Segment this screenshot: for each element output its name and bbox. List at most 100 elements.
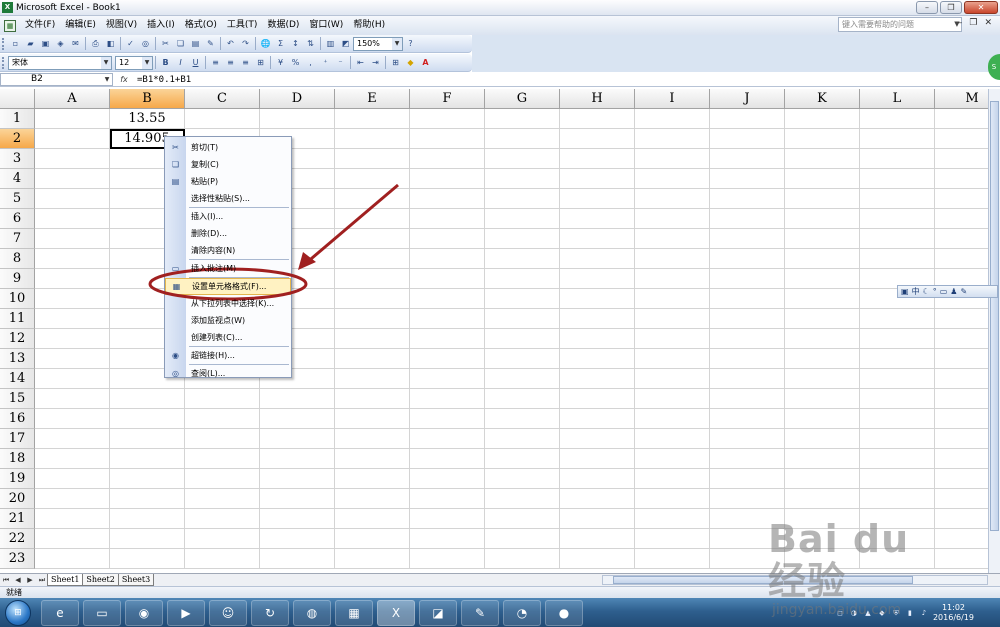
cell-e10[interactable]: [335, 289, 410, 309]
cell-i8[interactable]: [635, 249, 710, 269]
cell-h1[interactable]: [560, 109, 635, 129]
context-menu-item-7[interactable]: ▭ 插入批注(M): [165, 260, 291, 277]
cell-m19[interactable]: [935, 469, 988, 489]
cell-i11[interactable]: [635, 309, 710, 329]
cell-e20[interactable]: [335, 489, 410, 509]
spelling-icon[interactable]: ✓: [124, 37, 137, 50]
cell-e15[interactable]: [335, 389, 410, 409]
cell-c19[interactable]: [185, 469, 260, 489]
menu-tools[interactable]: 工具(T): [222, 16, 263, 35]
cell-k10[interactable]: [785, 289, 860, 309]
cell-m4[interactable]: [935, 169, 988, 189]
cell-j9[interactable]: [710, 269, 785, 289]
notes-icon[interactable]: ◪: [419, 599, 457, 626]
cell-j6[interactable]: [710, 209, 785, 229]
cell-j14[interactable]: [710, 369, 785, 389]
cell-m12[interactable]: [935, 329, 988, 349]
cell-g7[interactable]: [485, 229, 560, 249]
context-menu-item-4[interactable]: 插入(I)...: [165, 208, 291, 225]
cell-j7[interactable]: [710, 229, 785, 249]
cell-g12[interactable]: [485, 329, 560, 349]
align-left-icon[interactable]: ≡: [209, 56, 222, 69]
row-header-17[interactable]: 17: [0, 429, 35, 449]
cell-a23[interactable]: [35, 549, 110, 569]
comma-style-icon[interactable]: ,: [304, 56, 317, 69]
cell-a16[interactable]: [35, 409, 110, 429]
cell-d23[interactable]: [260, 549, 335, 569]
column-header-h[interactable]: H: [560, 89, 635, 109]
cell-m16[interactable]: [935, 409, 988, 429]
print-icon[interactable]: ⎙: [89, 37, 102, 50]
globe-icon[interactable]: ◔: [503, 599, 541, 626]
cell-f4[interactable]: [410, 169, 485, 189]
menu-view[interactable]: 视图(V): [101, 16, 142, 35]
paste-icon[interactable]: ▤: [189, 37, 202, 50]
cell-h16[interactable]: [560, 409, 635, 429]
cell-j16[interactable]: [710, 409, 785, 429]
context-menu-item-1[interactable]: ❏ 复制(C): [165, 156, 291, 173]
cell-f11[interactable]: [410, 309, 485, 329]
cell-d1[interactable]: [260, 109, 335, 129]
cell-l15[interactable]: [860, 389, 935, 409]
cell-h5[interactable]: [560, 189, 635, 209]
cell-l5[interactable]: [860, 189, 935, 209]
vertical-scrollbar[interactable]: [988, 89, 1000, 573]
cell-l1[interactable]: [860, 109, 935, 129]
cell-h17[interactable]: [560, 429, 635, 449]
cell-a5[interactable]: [35, 189, 110, 209]
ime-moon-icon[interactable]: ☾: [923, 287, 930, 296]
cell-a2[interactable]: [35, 129, 110, 149]
cell-g5[interactable]: [485, 189, 560, 209]
cell-a8[interactable]: [35, 249, 110, 269]
cell-c20[interactable]: [185, 489, 260, 509]
cell-l7[interactable]: [860, 229, 935, 249]
cell-m8[interactable]: [935, 249, 988, 269]
cell-j5[interactable]: [710, 189, 785, 209]
cell-k7[interactable]: [785, 229, 860, 249]
cell-j20[interactable]: [710, 489, 785, 509]
context-menu-item-3[interactable]: 选择性粘贴(S)...: [165, 190, 291, 207]
cell-b23[interactable]: [110, 549, 185, 569]
underline-button[interactable]: U: [189, 56, 202, 69]
cell-a19[interactable]: [35, 469, 110, 489]
cell-a4[interactable]: [35, 169, 110, 189]
cell-e1[interactable]: [335, 109, 410, 129]
cell-h15[interactable]: [560, 389, 635, 409]
currency-icon[interactable]: ¥: [274, 56, 287, 69]
cell-a20[interactable]: [35, 489, 110, 509]
cell-m3[interactable]: [935, 149, 988, 169]
cut-icon[interactable]: ✂: [159, 37, 172, 50]
cell-i19[interactable]: [635, 469, 710, 489]
cell-a10[interactable]: [35, 289, 110, 309]
cell-h10[interactable]: [560, 289, 635, 309]
cell-e6[interactable]: [335, 209, 410, 229]
cell-a15[interactable]: [35, 389, 110, 409]
cell-m6[interactable]: [935, 209, 988, 229]
cell-f16[interactable]: [410, 409, 485, 429]
cell-f23[interactable]: [410, 549, 485, 569]
minimize-button[interactable]: –: [916, 1, 938, 14]
cell-m1[interactable]: [935, 109, 988, 129]
cell-d19[interactable]: [260, 469, 335, 489]
cell-e8[interactable]: [335, 249, 410, 269]
cell-e22[interactable]: [335, 529, 410, 549]
select-all-corner[interactable]: [0, 89, 35, 109]
cell-e21[interactable]: [335, 509, 410, 529]
first-sheet-icon[interactable]: ⏮: [0, 576, 12, 585]
email-icon[interactable]: ✉: [69, 37, 82, 50]
cell-a14[interactable]: [35, 369, 110, 389]
vertical-scroll-thumb[interactable]: [990, 101, 999, 531]
cell-g2[interactable]: [485, 129, 560, 149]
row-header-22[interactable]: 22: [0, 529, 35, 549]
cell-a1[interactable]: [35, 109, 110, 129]
cell-l16[interactable]: [860, 409, 935, 429]
cell-k11[interactable]: [785, 309, 860, 329]
cell-f2[interactable]: [410, 129, 485, 149]
cell-a12[interactable]: [35, 329, 110, 349]
research-icon[interactable]: ◎: [139, 37, 152, 50]
cell-i18[interactable]: [635, 449, 710, 469]
cell-i15[interactable]: [635, 389, 710, 409]
hyperlink-icon[interactable]: 🌐: [259, 37, 272, 50]
cell-i14[interactable]: [635, 369, 710, 389]
chevron-down-icon[interactable]: ▼: [102, 74, 112, 85]
